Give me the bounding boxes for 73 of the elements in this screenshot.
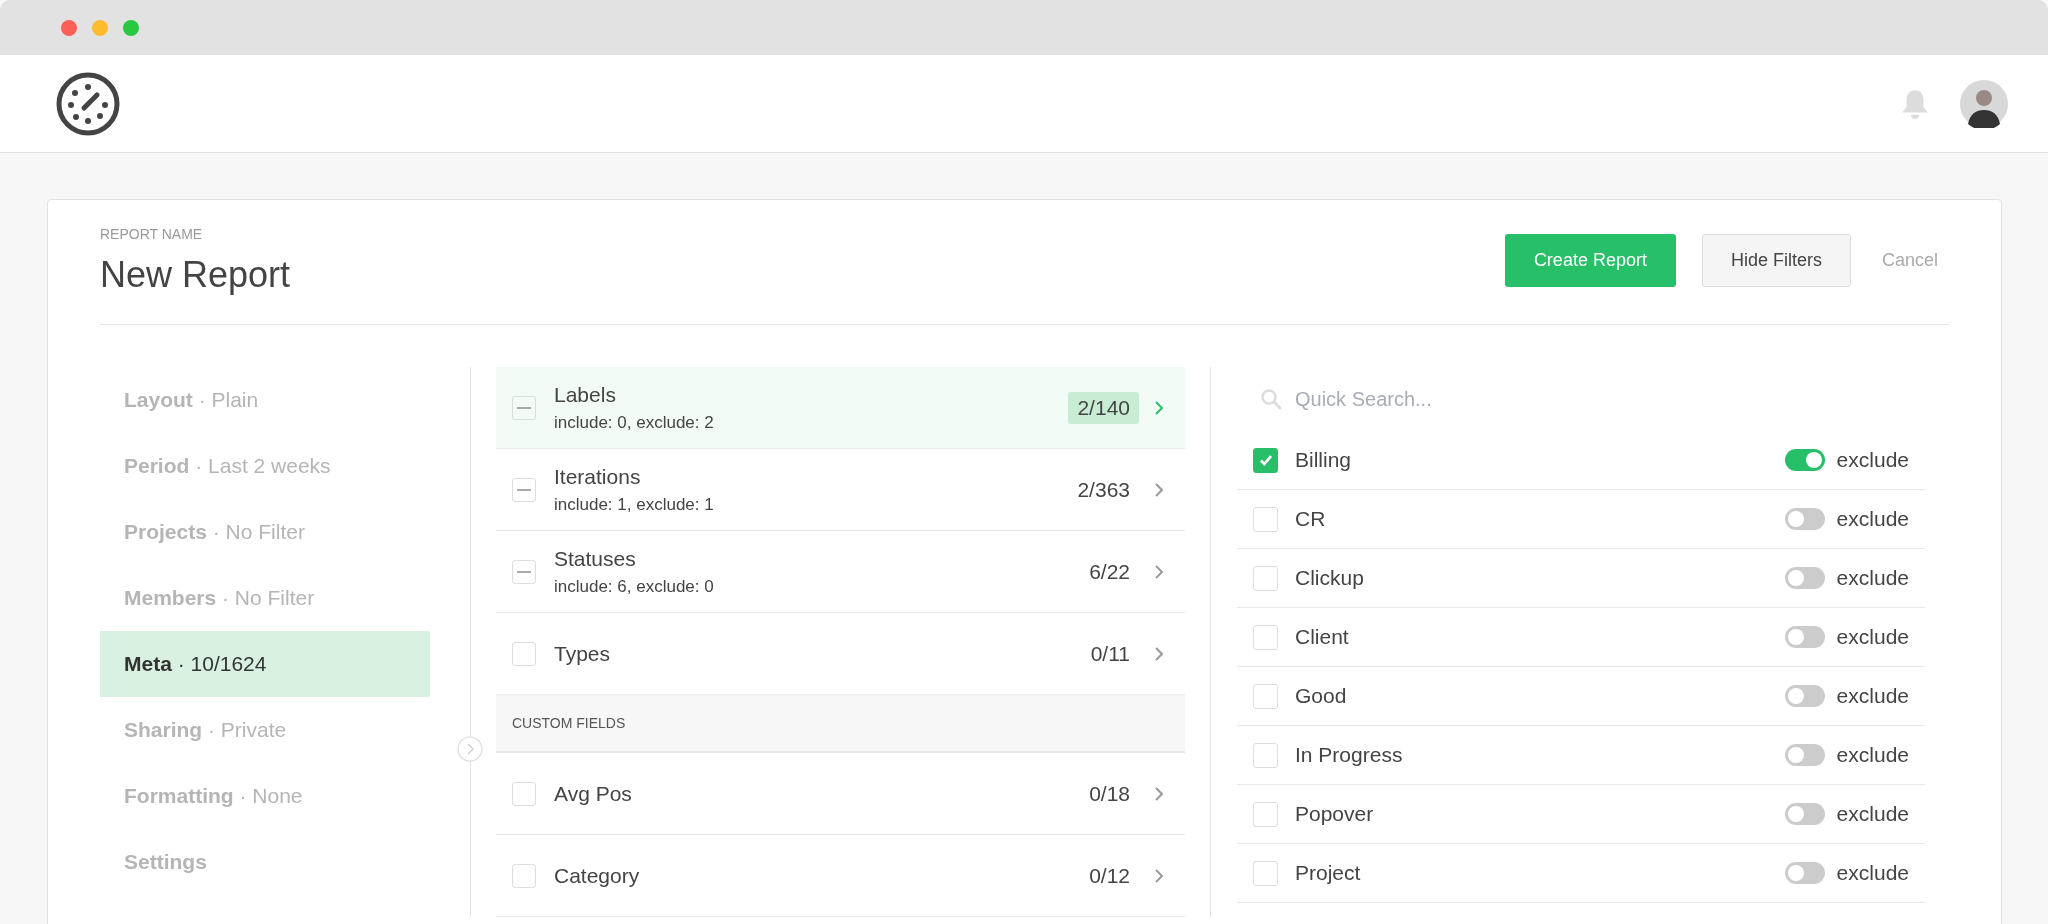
- toggle-label: exclude: [1836, 743, 1909, 767]
- search-icon: [1259, 387, 1283, 411]
- report-title: New Report: [100, 254, 292, 296]
- create-report-button[interactable]: Create Report: [1504, 234, 1676, 287]
- filter-count: 2/140: [1068, 391, 1139, 424]
- filter-count: 2/363: [1076, 476, 1131, 503]
- filter-count: 6/22: [1088, 558, 1131, 585]
- exclude-toggle[interactable]: [1784, 685, 1825, 707]
- filter-name: Category: [554, 863, 641, 888]
- value-name: Popover: [1295, 802, 1375, 826]
- filter-row[interactable]: Statuses include: 6, exclude: 0 6/22: [496, 531, 1185, 613]
- filter-detail: include: 0, exclude: 2: [554, 412, 715, 433]
- filter-name: Iterations: [554, 464, 642, 489]
- maximize-icon[interactable]: [123, 19, 139, 36]
- exclude-toggle[interactable]: [1784, 449, 1825, 471]
- value-name: Billing: [1295, 448, 1353, 472]
- value-name: CR: [1295, 507, 1327, 531]
- toggle-label: exclude: [1836, 802, 1909, 826]
- avatar[interactable]: [1960, 79, 2008, 128]
- exclude-toggle[interactable]: [1784, 744, 1825, 766]
- filter-detail: include: 1, exclude: 1: [554, 494, 715, 515]
- sidebar-item[interactable]: Projects · No Filter: [100, 499, 430, 565]
- value-name: Project: [1295, 861, 1362, 885]
- sidebar-item[interactable]: Meta · 10/1624: [100, 631, 430, 697]
- section-header: CUSTOM FIELDS: [496, 695, 1185, 753]
- value-name: Clickup: [1295, 566, 1365, 590]
- exclude-toggle[interactable]: [1784, 508, 1825, 530]
- chevron-right-icon[interactable]: [1153, 644, 1165, 663]
- sidebar-item[interactable]: Period · Last 2 weeks: [100, 433, 430, 499]
- chevron-right-icon[interactable]: [1153, 562, 1165, 581]
- exclude-toggle[interactable]: [1784, 626, 1825, 648]
- filter-row[interactable]: Iterations include: 1, exclude: 1 2/363: [496, 449, 1185, 531]
- filter-count: 0/12: [1088, 862, 1131, 889]
- chevron-right-icon[interactable]: [1153, 784, 1165, 803]
- search-field[interactable]: Quick Search...: [1293, 386, 1697, 412]
- filter-name: Types: [554, 641, 612, 666]
- report-name-label: REPORT NAME: [100, 226, 204, 242]
- filter-count: 0/11: [1089, 640, 1131, 667]
- value-name: Good: [1295, 684, 1348, 708]
- sidebar-item[interactable]: Members · No Filter: [100, 565, 430, 631]
- gauge-logo-icon[interactable]: [55, 70, 121, 137]
- exclude-toggle[interactable]: [1784, 803, 1825, 825]
- sidebar-item[interactable]: Sharing · Private: [100, 697, 430, 763]
- chevron-right-icon[interactable]: [1153, 480, 1165, 499]
- toggle-label: exclude: [1836, 566, 1909, 590]
- chevron-right-icon[interactable]: [457, 736, 483, 762]
- filter-row[interactable]: Category 0/12: [496, 835, 1185, 917]
- filter-detail: include: 6, exclude: 0: [554, 576, 715, 597]
- cancel-link[interactable]: Cancel: [1876, 234, 1949, 287]
- chevron-right-icon[interactable]: [1153, 398, 1165, 417]
- close-icon[interactable]: [61, 19, 77, 36]
- filter-name: Statuses: [554, 546, 637, 571]
- sidebar-item[interactable]: Formatting · None: [100, 763, 430, 829]
- minimize-icon[interactable]: [92, 19, 108, 36]
- filter-row[interactable]: Avg Pos 0/18: [496, 753, 1185, 835]
- toggle-label: exclude: [1836, 448, 1909, 472]
- toggle-label: exclude: [1836, 625, 1909, 649]
- toggle-label: exclude: [1836, 684, 1909, 708]
- exclude-toggle[interactable]: [1784, 567, 1825, 589]
- filter-count: 0/18: [1088, 780, 1131, 807]
- sidebar-item[interactable]: Settings: [100, 829, 430, 895]
- checkbox[interactable]: [1253, 447, 1278, 473]
- toggle-label: exclude: [1836, 507, 1909, 531]
- value-name: Client: [1295, 625, 1350, 649]
- filter-row[interactable]: Labels include: 0, exclude: 2 2/140: [496, 367, 1185, 449]
- filter-name: Labels: [554, 382, 617, 407]
- exclude-toggle[interactable]: [1784, 862, 1825, 884]
- toggle-label: exclude: [1836, 861, 1909, 885]
- sidebar-item[interactable]: Layout · Plain: [100, 367, 430, 433]
- hide-filters-button[interactable]: Hide Filters: [1701, 234, 1851, 287]
- chevron-right-icon[interactable]: [1153, 866, 1165, 885]
- filter-name: Avg Pos: [554, 781, 633, 806]
- value-name: In Progress: [1295, 743, 1404, 767]
